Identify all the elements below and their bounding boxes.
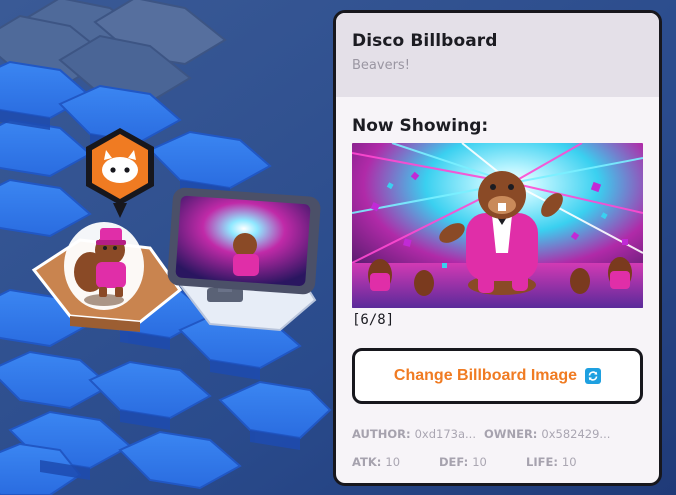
change-billboard-image-label: Change Billboard Image	[393, 367, 578, 384]
billboard-info-panel: Disco Billboard Beavers! Now Showing: [6…	[333, 10, 662, 486]
stat-author-value: 0xd173a...	[414, 427, 476, 441]
stats-row-ownership: AUTHOR: 0xd173a... OWNER: 0x582429...	[352, 427, 642, 441]
billboard-stats: AUTHOR: 0xd173a... OWNER: 0x582429... AT…	[352, 427, 642, 469]
stat-atk: ATK: 10	[352, 455, 439, 469]
stat-def-key: DEF:	[439, 455, 469, 469]
panel-title: Disco Billboard	[352, 31, 498, 51]
change-billboard-image-button[interactable]: Change Billboard Image	[352, 348, 643, 404]
panel-header: Disco Billboard Beavers!	[336, 13, 659, 97]
stat-atk-value: 10	[385, 455, 401, 469]
stat-atk-key: ATK:	[352, 455, 382, 469]
stats-row-combat: ATK: 10 DEF: 10 LIFE: 10	[352, 455, 642, 469]
stat-life-value: 10	[561, 455, 577, 469]
beaver-player-character[interactable]	[64, 222, 144, 310]
panel-body: Now Showing: [6/8] Change Billboard Imag…	[336, 97, 659, 469]
stat-owner-value: 0x582429...	[541, 427, 611, 441]
stat-life: LIFE: 10	[526, 455, 577, 469]
refresh-icon	[585, 368, 602, 384]
image-counter: [6/8]	[352, 312, 395, 328]
billboard-image	[352, 143, 643, 308]
stat-author-key: AUTHOR:	[352, 427, 411, 441]
stat-owner: OWNER: 0x582429...	[484, 427, 610, 441]
stat-def: DEF: 10	[439, 455, 526, 469]
now-showing-heading: Now Showing:	[352, 116, 489, 136]
stat-author: AUTHOR: 0xd173a...	[352, 427, 484, 441]
stat-def-value: 10	[472, 455, 487, 469]
panel-subtitle: Beavers!	[352, 58, 410, 73]
stat-life-key: LIFE:	[526, 455, 558, 469]
billboard-object[interactable]	[167, 187, 321, 302]
stat-owner-key: OWNER:	[484, 427, 538, 441]
